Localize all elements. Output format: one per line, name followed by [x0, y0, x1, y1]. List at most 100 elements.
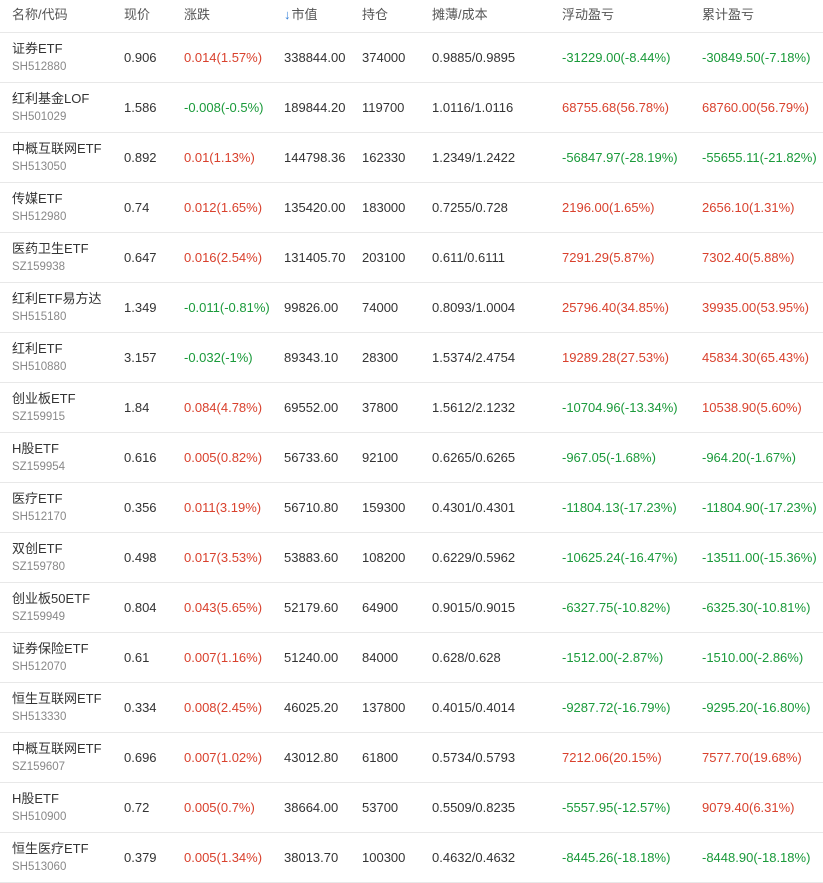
- fund-name-code[interactable]: 红利ETF SH510880: [12, 340, 66, 375]
- table-row[interactable]: H股ETF SZ159954 0.616 0.005(0.82%) 56733.60 92…: [0, 433, 823, 483]
- table-row[interactable]: 红利ETF易方达 SH515180 1.349 -0.011(-0.81%) 99826…: [0, 283, 823, 333]
- fund-name: H股ETF: [12, 791, 59, 806]
- header-price[interactable]: 现价: [124, 4, 150, 23]
- fund-name-code[interactable]: 红利ETF易方达 SH515180: [12, 290, 102, 325]
- total-pl-cell: -1510.00(-2.86%): [702, 650, 804, 665]
- market-value-cell: 338844.00: [284, 50, 346, 65]
- price-cell: 0.906: [124, 50, 157, 65]
- fund-name-code[interactable]: 证券保险ETF SH512070: [12, 640, 89, 675]
- price-cell: 0.334: [124, 700, 157, 715]
- total-pl-cell: -6325.30(-10.81%): [702, 600, 811, 615]
- fund-name-code[interactable]: H股ETF SH510900: [12, 790, 66, 825]
- price-cell: 0.356: [124, 500, 157, 515]
- cost-cell: 0.7255/0.728: [432, 200, 508, 215]
- change-cell: -0.008(-0.5%): [184, 100, 264, 115]
- fund-name: 双创ETF: [12, 541, 63, 556]
- market-value-cell: 189844.20: [284, 100, 346, 115]
- cost-cell: 0.9885/0.9895: [432, 50, 516, 65]
- table-row[interactable]: 证券保险ETF SH512070 0.61 0.007(1.16%) 51240.00 8…: [0, 633, 823, 683]
- header-market-value[interactable]: ↓市值: [284, 4, 318, 23]
- fund-name-code[interactable]: 中概互联网ETF SZ159607: [12, 740, 102, 775]
- fund-name-code[interactable]: 红利基金LOF SH501029: [12, 90, 89, 125]
- header-market-value-label: 市值: [291, 7, 318, 22]
- cost-cell: 0.9015/0.9015: [432, 600, 516, 615]
- fund-name: 传媒ETF: [12, 191, 63, 206]
- table-row[interactable]: 恒生医疗ETF SH513060 0.379 0.005(1.34%) 38013.70…: [0, 833, 823, 883]
- cost-cell: 0.4632/0.4632: [432, 850, 516, 865]
- cost-cell: 1.2349/1.2422: [432, 150, 516, 165]
- fund-code: SZ159954: [12, 461, 66, 473]
- fund-name-code[interactable]: 中概互联网ETF SH513050: [12, 140, 102, 175]
- price-cell: 1.586: [124, 100, 157, 115]
- position-cell: 119700: [362, 100, 405, 115]
- total-pl-cell: -8448.90(-18.18%): [702, 850, 811, 865]
- price-cell: 0.74: [124, 200, 150, 215]
- table-row[interactable]: 恒生互联网ETF SH513330 0.334 0.008(2.45%) 46025.2…: [0, 683, 823, 733]
- price-cell: 0.647: [124, 250, 157, 265]
- table-row[interactable]: 创业板50ETF SZ159949 0.804 0.043(5.65%) 52179.6…: [0, 583, 823, 633]
- price-cell: 1.84: [124, 400, 150, 415]
- header-cost[interactable]: 摊薄/成本: [432, 4, 488, 23]
- fund-name: 医疗ETF: [12, 491, 63, 506]
- change-cell: 0.005(0.7%): [184, 800, 255, 815]
- total-pl-cell: -11804.90(-17.23%): [702, 500, 817, 515]
- table-row[interactable]: 中概互联网ETF SZ159607 0.696 0.007(1.02%) 43012.8…: [0, 733, 823, 783]
- cost-cell: 1.0116/1.0116: [432, 100, 514, 115]
- price-cell: 0.61: [124, 650, 150, 665]
- price-cell: 0.379: [124, 850, 157, 865]
- table-row[interactable]: H股ETF SH510900 0.72 0.005(0.7%) 38664.00 5370…: [0, 783, 823, 833]
- fund-name-code[interactable]: 双创ETF SZ159780: [12, 540, 65, 575]
- table-row[interactable]: 医疗ETF SH512170 0.356 0.011(3.19%) 56710.80 15…: [0, 483, 823, 533]
- cost-cell: 0.4301/0.4301: [432, 500, 516, 515]
- fund-name: 红利ETF: [12, 341, 63, 356]
- table-header: 名称/代码 现价 涨跌 ↓市值 持仓 摊薄/成本 浮动盈亏 累计盈亏: [0, 0, 823, 33]
- table-row[interactable]: 证券ETF SH512880 0.906 0.014(1.57%) 338844.00 3…: [0, 33, 823, 83]
- cost-cell: 0.6265/0.6265: [432, 450, 516, 465]
- fund-name-code[interactable]: H股ETF SZ159954: [12, 440, 65, 475]
- fund-name-code[interactable]: 医药卫生ETF SZ159938: [12, 240, 89, 275]
- float-pl-cell: 68755.68(56.78%): [562, 100, 669, 115]
- fund-code: SZ159938: [12, 261, 66, 273]
- header-name-code[interactable]: 名称/代码: [12, 4, 68, 23]
- fund-name-code[interactable]: 医疗ETF SH512170: [12, 490, 66, 525]
- table-row[interactable]: 中概互联网ETF SH513050 0.892 0.01(1.13%) 144798.3…: [0, 133, 823, 183]
- fund-name-code[interactable]: 创业板50ETF SZ159949: [12, 590, 90, 625]
- fund-name: 证券保险ETF: [12, 641, 89, 656]
- total-pl-cell: 7577.70(19.68%): [702, 750, 802, 765]
- fund-code: SH510880: [12, 361, 67, 373]
- market-value-cell: 131405.70: [284, 250, 346, 265]
- total-pl-cell: -9295.20(-16.80%): [702, 700, 811, 715]
- table-row[interactable]: 红利ETF SH510880 3.157 -0.032(-1%) 89343.10 283…: [0, 333, 823, 383]
- fund-name: 恒生互联网ETF: [12, 691, 102, 706]
- market-value-cell: 53883.60: [284, 550, 339, 565]
- table-row[interactable]: 创业板ETF SZ159915 1.84 0.084(4.78%) 69552.00 37…: [0, 383, 823, 433]
- change-cell: -0.011(-0.81%): [184, 300, 270, 315]
- float-pl-cell: 7212.06(20.15%): [562, 750, 662, 765]
- change-cell: 0.011(3.19%): [184, 500, 262, 515]
- float-pl-cell: 2196.00(1.65%): [562, 200, 655, 215]
- header-change[interactable]: 涨跌: [184, 4, 210, 23]
- cost-cell: 0.611/0.6111: [432, 250, 506, 265]
- fund-name-code[interactable]: 创业板ETF SZ159915: [12, 390, 76, 425]
- fund-name-code[interactable]: 恒生医疗ETF SH513060: [12, 840, 89, 875]
- float-pl-cell: -10704.96(-13.34%): [562, 400, 678, 415]
- market-value-cell: 52179.60: [284, 600, 339, 615]
- header-total-pl[interactable]: 累计盈亏: [702, 4, 754, 23]
- table-row[interactable]: 医药卫生ETF SZ159938 0.647 0.016(2.54%) 131405.7…: [0, 233, 823, 283]
- fund-name-code[interactable]: 传媒ETF SH512980: [12, 190, 66, 225]
- market-value-cell: 38013.70: [284, 850, 339, 865]
- table-row[interactable]: 双创ETF SZ159780 0.498 0.017(3.53%) 53883.60 10…: [0, 533, 823, 583]
- header-float-pl[interactable]: 浮动盈亏: [562, 4, 614, 23]
- cost-cell: 0.5509/0.8235: [432, 800, 516, 815]
- fund-name-code[interactable]: 恒生互联网ETF SH513330: [12, 690, 102, 725]
- fund-code: SH513050: [12, 161, 67, 173]
- fund-name-code[interactable]: 证券ETF SH512880: [12, 40, 66, 75]
- fund-name: 恒生医疗ETF: [12, 841, 89, 856]
- position-cell: 100300: [362, 850, 406, 865]
- cost-cell: 0.8093/1.0004: [432, 300, 516, 315]
- market-value-cell: 56733.60: [284, 450, 339, 465]
- table-row[interactable]: 红利基金LOF SH501029 1.586 -0.008(-0.5%) 189844.…: [0, 83, 823, 133]
- table-row[interactable]: 传媒ETF SH512980 0.74 0.012(1.65%) 135420.00 18…: [0, 183, 823, 233]
- header-position[interactable]: 持仓: [362, 4, 388, 23]
- total-pl-cell: 39935.00(53.95%): [702, 300, 809, 315]
